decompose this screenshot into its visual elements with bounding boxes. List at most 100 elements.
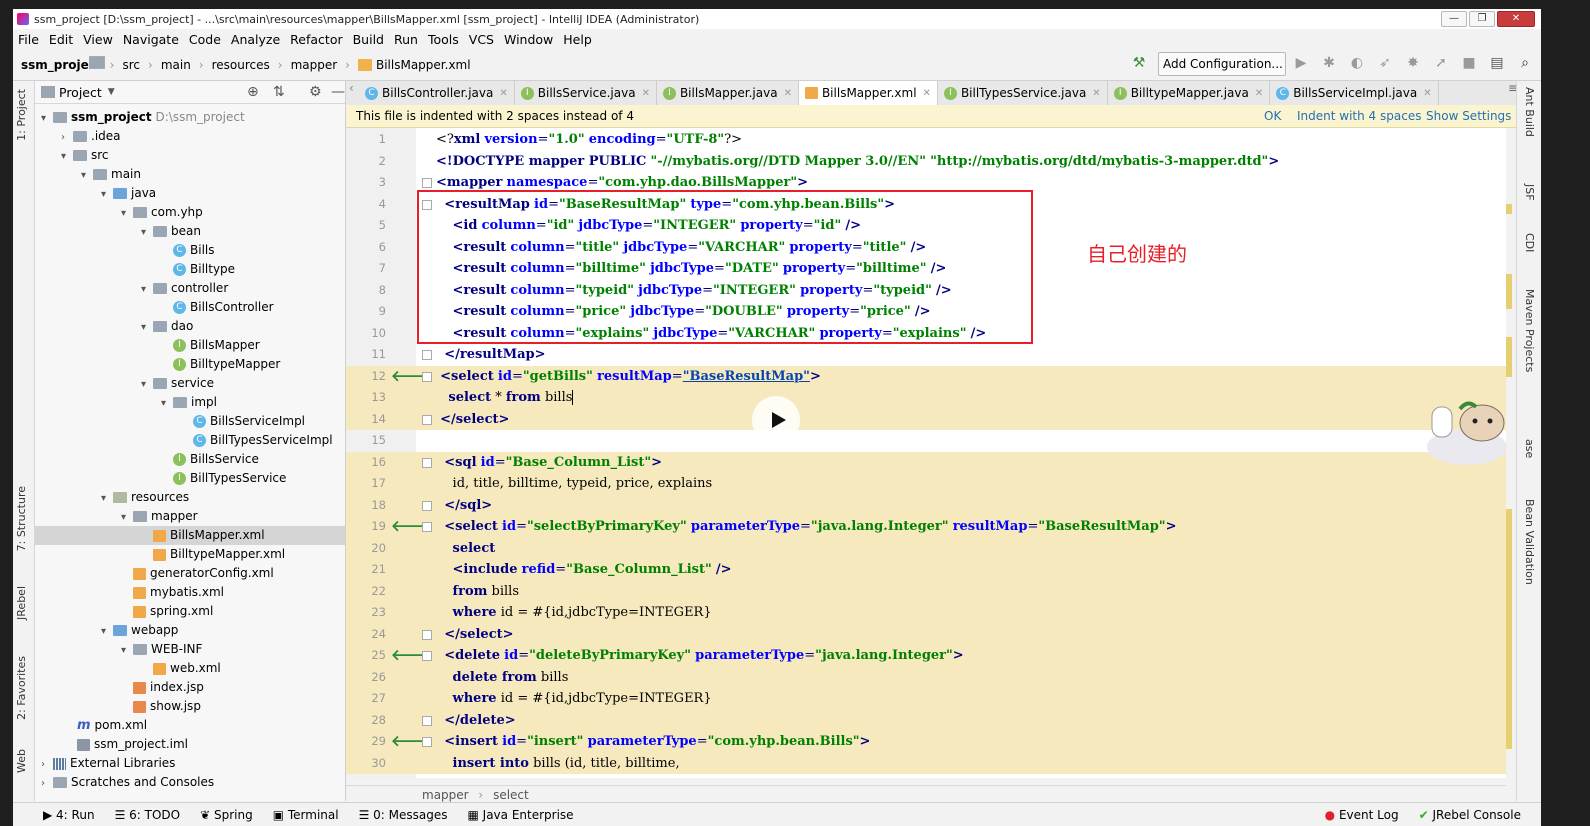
jrebel-console-tool-button[interactable]: ✔ JRebel Console xyxy=(1419,808,1521,822)
close-tab-icon[interactable]: ✕ xyxy=(923,88,931,99)
stop-icon[interactable]: ■ xyxy=(1461,55,1477,71)
tree-item[interactable]: generatorConfig.xml xyxy=(133,564,274,583)
maximize-button[interactable]: ❐ xyxy=(1469,11,1495,27)
tree-item[interactable]: ▾ service xyxy=(141,374,214,393)
play-button[interactable] xyxy=(752,396,800,444)
crumb-main[interactable]: main › xyxy=(89,56,204,72)
run-icon[interactable]: ▶ xyxy=(1293,55,1309,71)
tree-item[interactable]: mybatis.xml xyxy=(133,583,224,602)
search-icon[interactable]: ⌕ xyxy=(1517,55,1533,71)
scroll-marker[interactable] xyxy=(1506,204,1512,214)
tree-item[interactable]: ssm_project.iml xyxy=(77,735,188,754)
tree-item[interactable]: m pom.xml xyxy=(77,716,147,735)
tree-item[interactable]: › Scratches and Consoles xyxy=(41,773,214,792)
tree-item[interactable]: ▾ com.yhp xyxy=(121,203,203,222)
project-panel-title[interactable]: Project xyxy=(59,85,102,100)
locate-icon[interactable]: ⊕ xyxy=(247,84,259,100)
tab-billsmapper-java[interactable]: I BillsMapper.java ✕ xyxy=(657,81,799,105)
chevron-down-icon[interactable]: ▼ xyxy=(108,87,115,97)
project-structure-icon[interactable]: ▤ xyxy=(1489,55,1505,71)
spring-tool-button[interactable]: ❦ Spring xyxy=(200,808,253,822)
indent-with-4-spaces-link[interactable]: Indent with 4 spaces xyxy=(1297,105,1421,127)
close-button[interactable]: ✕ xyxy=(1497,11,1535,27)
web-tool-button[interactable]: Web xyxy=(15,749,28,773)
hide-icon[interactable]: — xyxy=(331,84,345,100)
menu-code[interactable]: Code xyxy=(189,32,221,47)
tree-item[interactable]: I BillTypesService xyxy=(173,469,286,488)
cdi-tool-button[interactable]: CDI xyxy=(1523,233,1536,252)
profile-icon[interactable]: ➶ xyxy=(1377,55,1393,71)
menu-vcs[interactable]: VCS xyxy=(469,32,494,47)
show-settings-link[interactable]: Show Settings xyxy=(1426,105,1511,127)
menu-file[interactable]: File xyxy=(18,32,39,47)
database-tool-button[interactable]: ase xyxy=(1523,439,1536,458)
add-configuration-button[interactable]: Add Configuration... xyxy=(1158,52,1286,76)
tree-item[interactable]: ▾ WEB-INF xyxy=(121,640,202,659)
terminal-tool-button[interactable]: ▣ Terminal xyxy=(273,808,339,822)
tab-billsservice[interactable]: I BillsService.java ✕ xyxy=(515,81,657,105)
menu-tools[interactable]: Tools xyxy=(428,32,459,47)
run-tool-button[interactable]: ▶ 4: Run xyxy=(43,808,95,822)
tree-item[interactable]: ▾ java xyxy=(101,184,156,203)
menu-edit[interactable]: Edit xyxy=(49,32,73,47)
close-tab-icon[interactable]: ✕ xyxy=(499,88,507,99)
tab-billsmapper-xml[interactable]: BillsMapper.xml ✕ xyxy=(798,81,938,105)
build-hammer-icon[interactable]: ⚒ xyxy=(1131,55,1147,71)
bean-validation-tool-button[interactable]: Bean Validation xyxy=(1523,499,1536,585)
gear-icon[interactable]: ⚙ xyxy=(309,84,322,100)
menu-view[interactable]: View xyxy=(83,32,113,47)
tree-item[interactable]: I BilltypeMapper xyxy=(173,355,280,374)
menu-window[interactable]: Window xyxy=(504,32,553,47)
tree-item[interactable]: web.xml xyxy=(153,659,221,678)
jrebel-run-icon[interactable]: ✸ xyxy=(1405,55,1421,71)
messages-tool-button[interactable]: ☰ 0: Messages xyxy=(359,808,448,822)
tree-item[interactable]: ▾ resources xyxy=(101,488,189,507)
close-tab-icon[interactable]: ✕ xyxy=(1423,88,1431,99)
close-tab-icon[interactable]: ✕ xyxy=(642,88,650,99)
tab-billtypemapper[interactable]: I BilltypeMapper.java ✕ xyxy=(1108,81,1271,105)
tree-item[interactable]: ▾ dao xyxy=(141,317,193,336)
collapse-icon[interactable]: ⇅ xyxy=(273,84,285,100)
tree-item-selected[interactable]: BillsMapper.xml xyxy=(35,526,345,545)
jsf-tool-button[interactable]: JSF xyxy=(1523,184,1536,201)
close-tab-icon[interactable]: ✕ xyxy=(784,88,792,99)
breadcrumb-select[interactable]: select xyxy=(493,788,529,802)
jrebel-debug-icon[interactable]: ➚ xyxy=(1433,55,1449,71)
tree-item[interactable]: ▾ main xyxy=(81,165,141,184)
minimize-button[interactable]: — xyxy=(1441,11,1467,27)
menu-navigate[interactable]: Navigate xyxy=(123,32,179,47)
ok-link[interactable]: OK xyxy=(1264,105,1281,127)
tree-item[interactable]: C Bills xyxy=(173,241,215,260)
close-tab-icon[interactable]: ✕ xyxy=(1255,88,1263,99)
crumb-file[interactable]: BillsMapper.xml xyxy=(357,58,471,72)
maven-projects-tool-button[interactable]: Maven Projects xyxy=(1523,289,1536,372)
jrebel-tool-button[interactable]: JRebel xyxy=(15,586,28,620)
tree-item[interactable]: ▾ bean xyxy=(141,222,201,241)
coverage-icon[interactable]: ◐ xyxy=(1349,55,1365,71)
todo-tool-button[interactable]: ☰ 6: TODO xyxy=(115,808,181,822)
tree-item[interactable]: C BillTypesServiceImpl xyxy=(193,431,333,450)
scroll-marker[interactable] xyxy=(1506,274,1512,309)
java-enterprise-tool-button[interactable]: ▦ Java Enterprise xyxy=(468,808,574,822)
ant-build-tool-button[interactable]: Ant Build xyxy=(1523,87,1536,137)
project-tool-button[interactable]: 1: Project xyxy=(15,89,28,141)
menu-help[interactable]: Help xyxy=(563,32,592,47)
menu-analyze[interactable]: Analyze xyxy=(231,32,280,47)
tree-item[interactable]: I BillsService xyxy=(173,450,259,469)
event-log-tool-button[interactable]: ● Event Log xyxy=(1325,808,1399,822)
scroll-marker[interactable] xyxy=(1506,509,1512,749)
debug-icon[interactable]: ✱ xyxy=(1321,55,1337,71)
breadcrumb-mapper[interactable]: mapper xyxy=(422,788,469,802)
tree-item[interactable]: spring.xml xyxy=(133,602,213,621)
crumb-mapper[interactable]: mapper › xyxy=(89,56,350,72)
tree-item[interactable]: › External Libraries xyxy=(41,754,175,773)
tree-item[interactable]: ▾ webapp xyxy=(101,621,178,640)
menu-run[interactable]: Run xyxy=(394,32,418,47)
crumb-resources[interactable]: resources › xyxy=(89,56,283,72)
tree-item[interactable]: show.jsp xyxy=(133,697,201,716)
tree-item[interactable]: ▾ ssm_project D:\ssm_project xyxy=(41,108,245,127)
tree-item[interactable]: C BillsController xyxy=(173,298,274,317)
tabs-scroll-left-icon[interactable]: ‹ xyxy=(346,81,359,105)
tree-item[interactable]: ▾ impl xyxy=(161,393,217,412)
tree-item[interactable]: ▾ controller xyxy=(141,279,228,298)
